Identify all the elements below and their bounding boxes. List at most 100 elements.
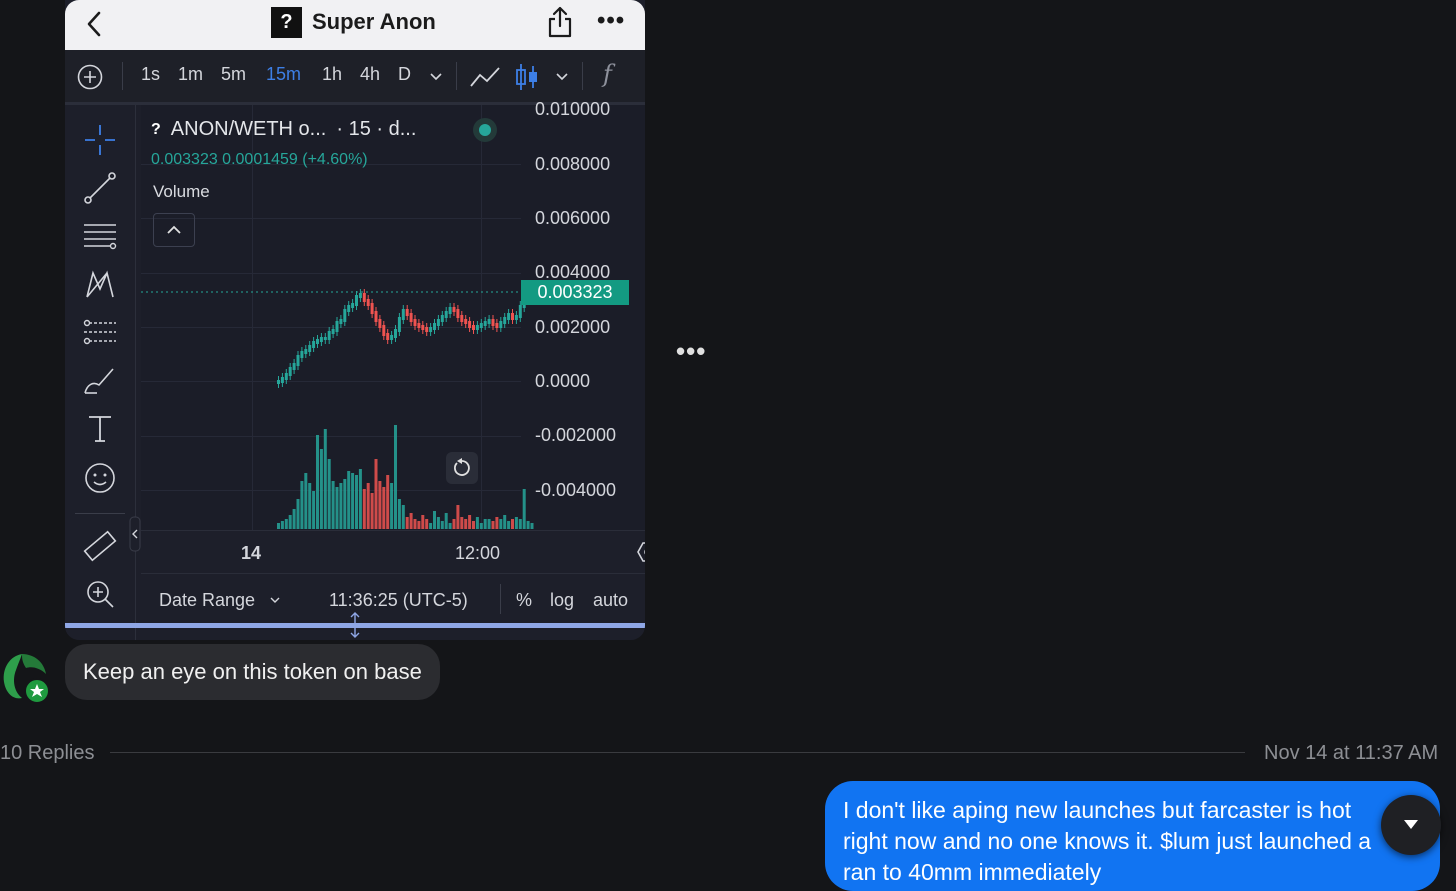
incoming-message[interactable]: Keep an eye on this token on base <box>65 644 440 700</box>
percent-toggle[interactable]: % <box>516 590 532 611</box>
collapse-legend-button[interactable] <box>153 213 195 247</box>
candle <box>323 337 327 340</box>
replies-link[interactable]: 10 Replies <box>0 742 95 765</box>
candle <box>331 329 335 334</box>
candle <box>316 339 319 344</box>
crosshair-icon[interactable] <box>83 123 117 157</box>
pattern-icon[interactable] <box>83 267 117 301</box>
log-toggle[interactable]: log <box>550 590 574 611</box>
volume-bar <box>288 515 292 529</box>
volume-bar <box>358 469 362 529</box>
volume-bar <box>514 517 518 529</box>
volume-bar <box>316 435 319 529</box>
candle <box>312 341 316 348</box>
volume-bar <box>331 481 335 529</box>
interval-1h[interactable]: 1h <box>322 64 342 85</box>
candle <box>335 321 339 332</box>
volume-bar <box>503 515 507 529</box>
candle <box>436 319 440 326</box>
timezone-clock[interactable]: 11:36:25 (UTC-5) <box>329 590 468 611</box>
candle <box>401 309 405 320</box>
date-range-selector[interactable]: Date Range <box>159 590 255 611</box>
toolbar-divider <box>456 62 457 90</box>
candle <box>366 299 370 306</box>
back-chevron-icon[interactable] <box>81 10 109 38</box>
outgoing-message[interactable]: I don't like aping new launches but farc… <box>825 781 1440 891</box>
candlestick-icon[interactable] <box>515 62 539 92</box>
candle <box>507 313 511 320</box>
chart-type-dropdown-chevron-icon[interactable] <box>555 72 569 82</box>
candle <box>343 309 347 322</box>
function-icon[interactable]: f <box>603 60 612 88</box>
message-actions-icon[interactable]: ••• <box>676 336 706 367</box>
collapse-toolbar-handle-icon[interactable] <box>129 516 141 552</box>
interval-d[interactable]: D <box>398 64 411 85</box>
avatar[interactable] <box>0 650 50 706</box>
candle <box>514 315 518 320</box>
line-chart-icon[interactable] <box>469 64 501 90</box>
candle <box>370 303 374 314</box>
current-price-tag: 0.003323 <box>521 280 629 305</box>
app-header: ? Super Anon ••• <box>65 0 645 50</box>
candle <box>472 325 475 330</box>
candle <box>440 315 444 322</box>
reset-chart-button[interactable] <box>446 452 478 484</box>
candle <box>511 313 514 320</box>
candle <box>386 333 390 340</box>
volume-bar <box>280 521 284 529</box>
candle <box>452 307 456 312</box>
candle <box>483 321 487 326</box>
volume-bar <box>382 487 386 529</box>
symbol-legend: ? ANON/WETH o... · 15 · d... <box>151 118 416 141</box>
fib-retracement-icon[interactable] <box>83 219 117 253</box>
volume-bar <box>386 475 390 529</box>
volume-bar <box>417 521 421 529</box>
auto-toggle[interactable]: auto <box>593 590 628 611</box>
volume-bar <box>390 483 394 529</box>
brush-icon[interactable] <box>83 363 117 397</box>
ruler-icon[interactable] <box>83 529 117 563</box>
candle <box>425 327 429 332</box>
emoji-icon[interactable] <box>83 461 117 495</box>
interval-1s[interactable]: 1s <box>141 64 160 85</box>
chart-screenshot-card[interactable]: ? Super Anon ••• 1s 1m 5m 15m 1h 4h D f … <box>65 0 645 640</box>
volume-bar <box>378 481 382 529</box>
volume-bar <box>429 523 433 529</box>
zoom-in-icon[interactable] <box>83 577 117 611</box>
volume-bar <box>366 483 370 529</box>
market-status-icon <box>473 118 497 142</box>
volume-bar <box>355 475 358 529</box>
interval-4h[interactable]: 4h <box>360 64 380 85</box>
volume-bar <box>425 519 429 529</box>
share-icon[interactable] <box>547 6 573 38</box>
candle <box>394 329 397 338</box>
interval-5m[interactable]: 5m <box>221 64 246 85</box>
more-options-icon[interactable]: ••• <box>597 8 627 34</box>
volume-bar <box>319 449 323 529</box>
message-line: ran to 40mm immediately <box>843 859 1102 885</box>
interval-dropdown-chevron-icon[interactable] <box>429 72 443 82</box>
candle <box>429 327 433 332</box>
volume-bar <box>444 513 448 529</box>
volume-bar <box>436 517 440 529</box>
chevron-up-icon <box>167 225 181 234</box>
add-indicator-icon[interactable] <box>77 64 103 90</box>
projection-icon[interactable] <box>83 315 117 349</box>
chart-toolbar: 1s 1m 5m 15m 1h 4h D f <box>65 50 645 105</box>
volume-bar <box>530 523 534 529</box>
volume-bar <box>401 505 405 529</box>
interval-1m[interactable]: 1m <box>178 64 203 85</box>
y-axis-label: -0.002000 <box>535 425 617 445</box>
settings-icon[interactable] <box>637 541 645 563</box>
date-range-chevron-icon[interactable] <box>269 596 281 604</box>
volume-bar <box>495 517 499 529</box>
trend-line-icon[interactable] <box>83 171 117 205</box>
y-axis-label: -0.004000 <box>535 480 617 500</box>
candle <box>277 380 280 384</box>
scroll-to-bottom-button[interactable] <box>1381 795 1441 855</box>
text-tool-icon[interactable] <box>83 411 117 445</box>
symbol-name[interactable]: ANON/WETH o... <box>171 118 327 141</box>
resize-arrows-icon[interactable] <box>348 612 362 638</box>
volume-bar <box>448 523 452 529</box>
interval-15m[interactable]: 15m <box>266 64 301 85</box>
